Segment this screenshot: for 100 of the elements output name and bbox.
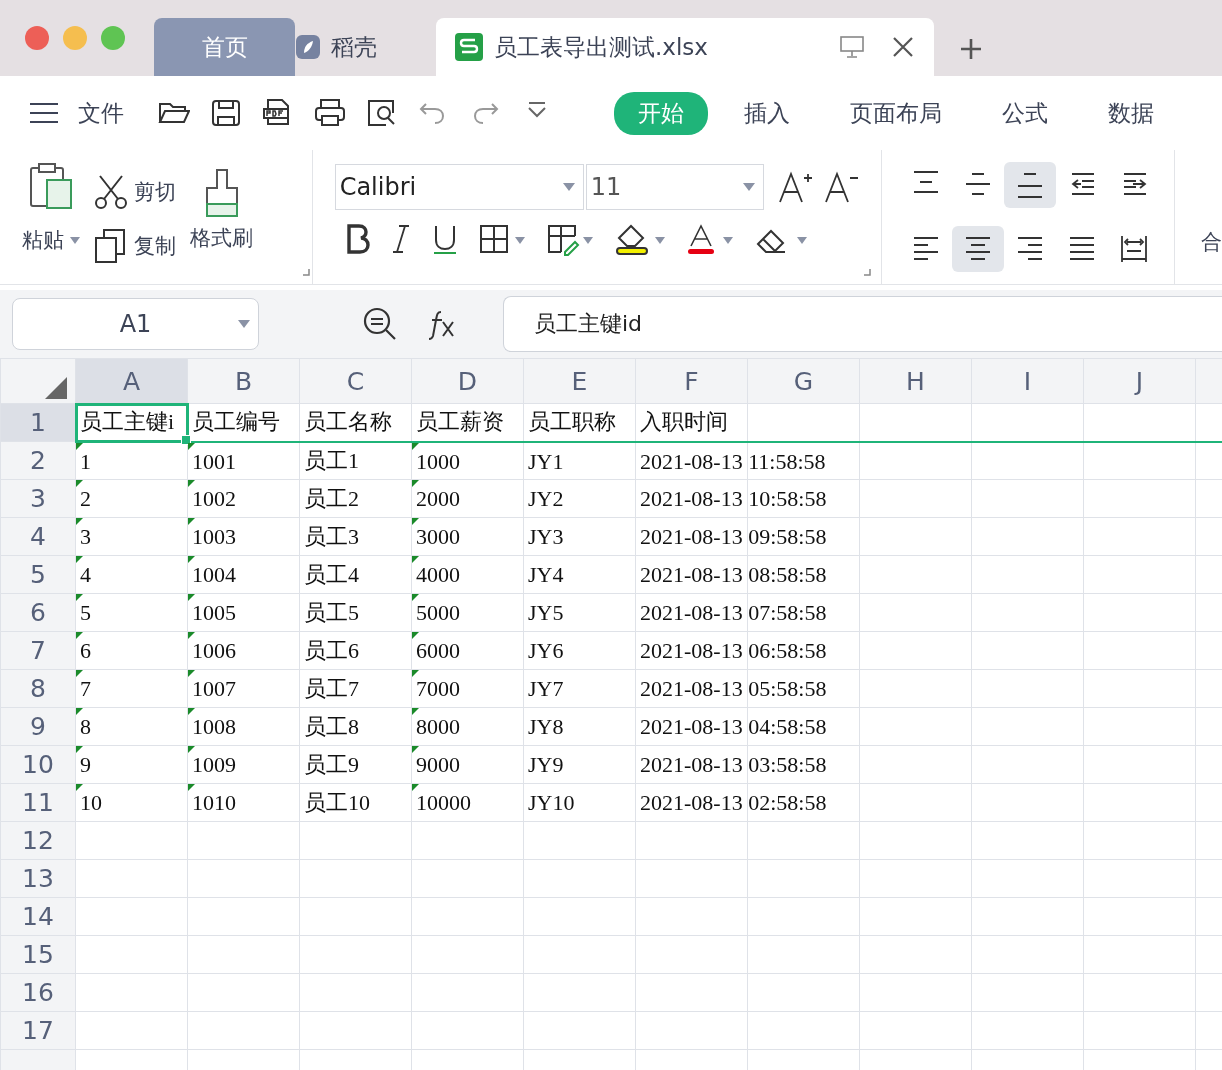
table-cell: 2021-08-13 09:58:58 [640,524,827,551]
table-cell: JY10 [528,790,575,817]
table-cell: 2021-08-13 04:58:58 [640,714,827,741]
table-cell: 8000 [416,714,460,741]
ribbon-tab[interactable]: 数据 [1084,91,1178,135]
table-cell: JY1 [528,448,564,475]
column-header[interactable]: I [971,358,1084,404]
column-header[interactable]: H [859,358,972,404]
scissors-icon [94,174,128,210]
new-tab-icon[interactable] [960,38,982,60]
menu-icon[interactable] [30,103,58,123]
table-cell-text: 员工3 [304,522,359,551]
row-header[interactable]: 13 [0,859,76,898]
table-cell-text: 员工2 [304,484,359,513]
formula-field[interactable]: 员工主键id [503,296,1222,352]
italic-icon[interactable] [390,224,411,256]
tab[interactable]: 员工表导出测试.xlsx [436,18,934,76]
close-icon[interactable] [892,36,914,58]
row-header[interactable]: 11 [0,783,76,822]
table-cell: 10 [80,790,102,817]
bold-icon[interactable] [344,224,371,256]
name-box[interactable]: A1 [12,298,259,350]
table-cell: 1002 [192,486,236,513]
table-cell: JY8 [528,714,564,741]
table-cell-text: 员工薪资 [416,408,504,437]
row-header[interactable]: 15 [0,935,76,974]
row-header[interactable]: 3 [0,479,76,518]
caret-icon [238,320,250,328]
column-header[interactable]: B [187,358,300,404]
format-painter-button[interactable]: 格式刷 [190,168,253,284]
column-header[interactable]: D [411,358,524,404]
zoom-out-icon[interactable] [363,307,397,341]
row-header[interactable]: 12 [0,821,76,860]
table-cell-text: 员工9 [304,750,359,779]
ribbon-tab[interactable]: 页面布局 [826,91,966,135]
table-cell-text: 员工5 [304,598,359,627]
row-header[interactable]: 17 [0,1011,76,1050]
row-header[interactable]: 16 [0,973,76,1012]
file-menu[interactable]: 文件 [78,97,124,129]
monitor-icon[interactable] [840,36,864,58]
table-cell-text: 入职时间 [640,408,728,437]
table-cell: 2021-08-13 03:58:58 [640,752,827,779]
decrease-font-icon[interactable] [823,170,860,204]
font-size-dropdown[interactable]: 11 [585,164,764,210]
row-header[interactable]: 10 [0,745,76,784]
font-color-icon[interactable] [686,224,735,256]
table-cell: 2021-08-13 06:58:58 [640,638,827,665]
fill-handle[interactable] [181,434,191,445]
column-header[interactable]: G [747,358,860,404]
merge-button[interactable]: 合 [1201,228,1222,256]
tab[interactable]: 首页 [154,18,295,76]
paste-button[interactable]: 粘贴 [22,162,80,284]
table-cell: 7000 [416,676,460,703]
row-header[interactable]: 14 [0,897,76,936]
column-header[interactable]: A [75,358,188,404]
row-header[interactable]: 7 [0,631,76,670]
borders-icon[interactable] [478,224,527,256]
row-header[interactable]: 5 [0,555,76,594]
table-cell: 2021-08-13 08:58:58 [640,562,827,589]
ribbon-tab[interactable]: 插入 [720,91,814,135]
spreadsheet-logo-icon [454,32,484,62]
align-bottom-button[interactable] [1004,162,1056,208]
table-cell: 1005 [192,600,236,627]
row-header[interactable]: 2 [0,441,76,480]
row-header[interactable]: 8 [0,669,76,708]
table-cell: 1006 [192,638,236,665]
table-cell: JY4 [528,562,564,589]
row-header[interactable]: 6 [0,593,76,632]
select-all-icon[interactable] [45,377,67,399]
save-icon[interactable] [210,98,242,128]
table-cell: 9000 [416,752,460,779]
column-header[interactable]: C [299,358,412,404]
table-cell: 4000 [416,562,460,589]
close-window-button[interactable] [25,26,49,50]
row-header[interactable]: 4 [0,517,76,556]
column-header[interactable]: E [523,358,636,404]
copy-button[interactable]: 复制 [94,222,176,270]
ribbon-tab[interactable]: 公式 [978,91,1072,135]
table-cell: 1008 [192,714,236,741]
cut-button[interactable]: 剪切 [94,168,176,216]
align-center-button[interactable] [952,226,1004,272]
table-cell: 2021-08-13 07:58:58 [640,600,827,627]
fill-color-icon[interactable] [614,224,667,256]
increase-font-icon[interactable] [777,170,814,204]
table-cell: 6000 [416,638,460,665]
column-header[interactable]: J [1083,358,1196,404]
table-cell: 2021-08-13 11:58:58 [640,448,826,475]
column-header[interactable]: F [635,358,748,404]
printer-icon[interactable] [314,98,346,128]
cell-style-icon[interactable] [546,224,595,256]
table-cell-text: 员工8 [304,712,359,741]
table-cell: 5000 [416,600,460,627]
table-cell: 2000 [416,486,460,513]
table-cell: JY9 [528,752,564,779]
row-header[interactable]: 9 [0,707,76,746]
tab[interactable]: 稻壳 [295,18,436,76]
table-cell: 2 [80,486,91,513]
font-name-dropdown[interactable]: Calibri [334,164,584,210]
table-cell-text: 员工6 [304,636,359,665]
row-header[interactable]: 1 [0,403,76,442]
